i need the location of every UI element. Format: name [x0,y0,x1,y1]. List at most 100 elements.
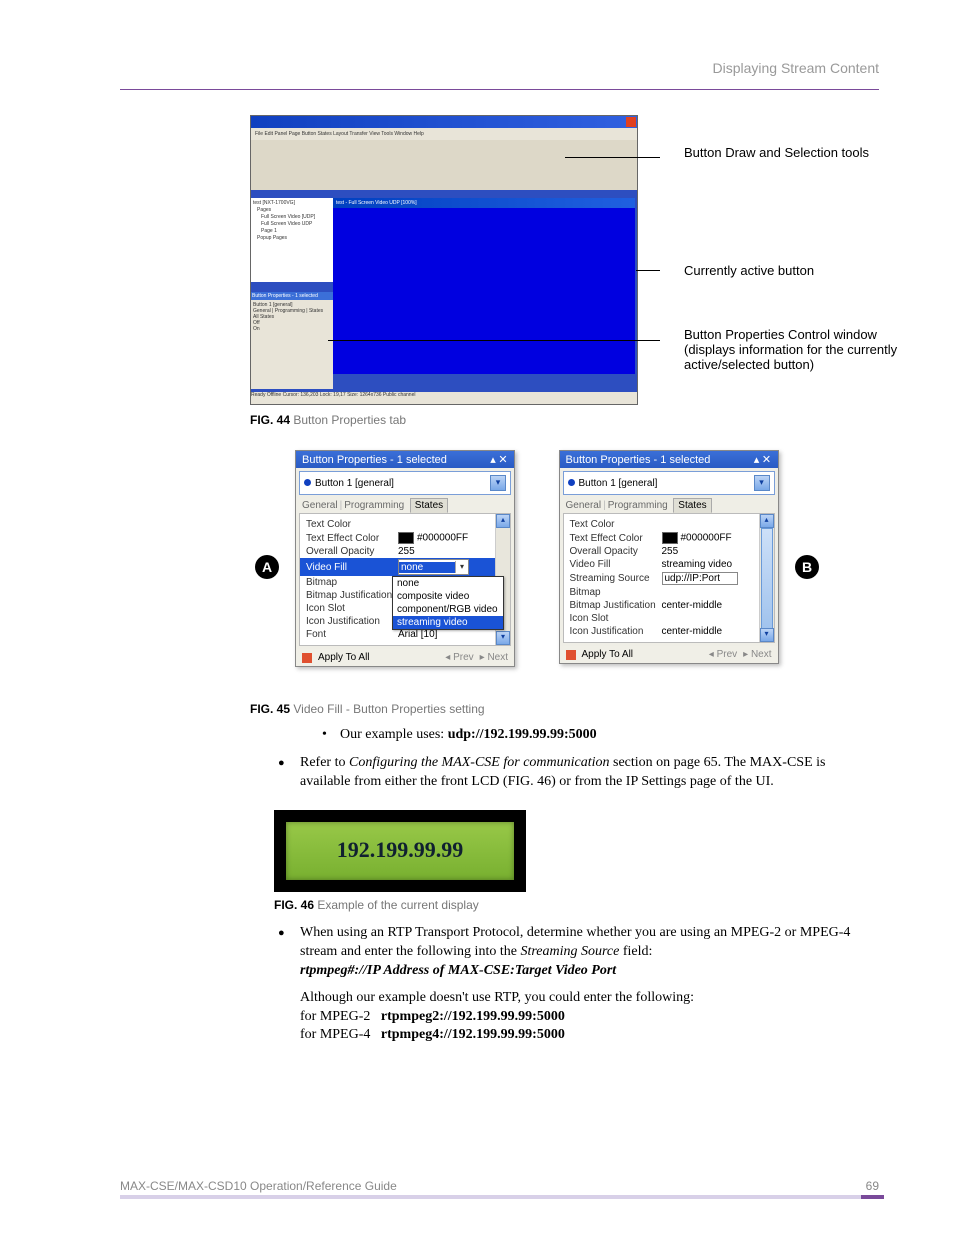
collapse-icon[interactable]: ▴ [488,453,498,466]
refer-bullet: Refer to Configuring the MAX-CSE for com… [300,754,879,798]
prop-value: center-middle [662,626,768,637]
prev-button[interactable]: Prev [453,652,474,663]
panel-titlebar[interactable]: Button Properties - 1 selected ▴✕ [296,451,514,468]
prop-row-icon-slot[interactable]: Icon Slot [564,612,774,625]
button-name-text: Button 1 [general] [315,478,394,489]
prop-value: #000000FF [662,532,768,544]
button-name-field[interactable]: Button 1 [general] ▾ [563,471,775,495]
tree-item[interactable]: Full Screen Video UDP [253,221,331,228]
dd-option[interactable]: composite video [393,590,503,603]
panel-footer: Apply To All ◂ Prev ▸ Next [296,649,514,666]
tab-programming[interactable]: Programming [608,500,668,511]
text-run: for MPEG-2 [300,1009,370,1024]
color-swatch-icon [662,532,678,544]
toolbar[interactable] [251,140,637,190]
dd-option-selected[interactable]: streaming video [393,616,503,629]
prop-value: streaming video [662,559,768,570]
prop-label: Video Fill [306,562,398,573]
panel-titlebar[interactable]: Button Properties - 1 selected ▴✕ [560,451,778,468]
tree-item[interactable]: Popup Pages [253,235,331,242]
tab-general[interactable]: General [302,500,338,511]
prev-button[interactable]: Prev [717,649,738,660]
scroll-up-icon[interactable]: ▴ [760,514,774,528]
tab-states[interactable]: States [673,498,711,513]
section-header: Displaying Stream Content [712,60,879,76]
color-hex: #000000FF [417,533,468,544]
chevron-down-icon[interactable]: ▾ [754,475,770,491]
scroll-thumb[interactable] [761,528,773,640]
prop-row-text-color[interactable]: Text Color [564,518,774,531]
apply-to-all-button[interactable]: Apply To All [582,649,634,660]
scrollbar[interactable]: ▴ ▾ [759,514,774,642]
props-line: On [253,326,331,332]
video-fill-dropdown[interactable]: none composite video component/RGB video… [392,576,504,630]
menu-bar[interactable]: File Edit Panel Page Button States Layou… [251,128,637,140]
tree-item[interactable]: Pages [253,207,331,214]
panel-body: ▴ ▾ Text Color Text Effect Color#000000F… [563,513,775,643]
tree-item[interactable]: test [NXT-1700VG] [253,200,331,207]
prop-row-bitmap[interactable]: Bitmap [564,586,774,599]
collapse-icon[interactable]: ▴ [752,453,762,466]
prop-value: center-middle [662,600,768,611]
prop-label: Bitmap [306,577,398,588]
prop-row-bitmap-just[interactable]: Bitmap Justificationcenter-middle [564,599,774,612]
tab-general[interactable]: General [566,500,602,511]
fig44-caption: FIG. 44 Button Properties tab [250,413,406,427]
caption-label: FIG. 44 [250,413,290,427]
text-run: field: [619,944,652,959]
close-icon[interactable]: ✕ [762,453,772,466]
annotation-line [636,270,660,271]
next-button[interactable]: Next [487,652,508,663]
caption-text: Example of the current display [317,898,478,912]
fig45-container: A B Button Properties - 1 selected ▴✕ Bu… [250,450,890,667]
prop-row-text-effect-color[interactable]: Text Effect Color#000000FF [564,531,774,545]
prop-row-streaming-source[interactable]: Streaming Source [564,571,774,586]
tree-item[interactable]: Page 1 [253,228,331,235]
text-bold: udp://192.199.99.99:5000 [448,727,597,742]
prop-row-video-fill[interactable]: Video Fillstreaming video [564,558,774,571]
chevron-down-icon[interactable]: ▾ [490,475,506,491]
tab-states[interactable]: States [410,498,448,513]
prop-row-opacity[interactable]: Overall Opacity255 [564,545,774,558]
panel-tabs[interactable]: General|Programming States [296,498,514,513]
panel-tabs[interactable]: General|Programming States [560,498,778,513]
page-tree[interactable]: test [NXT-1700VG] Pages Full Screen Vide… [251,198,333,282]
annotation-text: Button Properties Control window (displa… [684,327,914,372]
prop-value[interactable]: none▾ [398,559,504,575]
dd-option[interactable]: component/RGB video [393,603,503,616]
dd-option[interactable]: none [393,577,503,590]
page-number: 69 [866,1179,879,1193]
apply-to-all-button[interactable]: Apply To All [318,652,370,663]
scroll-up-icon[interactable]: ▴ [496,514,510,528]
prop-row-icon-just[interactable]: Icon Justificationcenter-middle [564,625,774,638]
prop-value[interactable] [662,572,768,585]
panel-body: ▴ ▾ Text Color Text Effect Color #000000F… [299,513,511,646]
text-bolditalic: rtpmpeg#://IP Address of MAX-CSE:Target … [300,963,616,978]
next-button[interactable]: Next [751,649,772,660]
prop-label: Icon Slot [306,603,398,614]
button-properties-panel[interactable]: Button Properties - 1 selected Button 1 … [251,292,333,389]
prop-row-opacity[interactable]: Overall Opacity255 [300,545,510,558]
tree-item[interactable]: Full Screen Video [UDP] [253,214,331,221]
fig46-image: 192.199.99.99 [274,810,526,892]
chevron-down-icon[interactable]: ▾ [455,561,468,573]
scroll-down-icon[interactable]: ▾ [496,631,510,645]
prop-row-bitmap[interactable]: Bitmap none composite video component/RG… [300,576,510,589]
scroll-down-icon[interactable]: ▾ [760,628,774,642]
tab-programming[interactable]: Programming [344,500,404,511]
although-text: Although our example doesn't use RTP, yo… [300,989,879,1008]
prop-value: 255 [662,546,768,557]
props-title: Button Properties - 1 selected [251,292,333,300]
prop-row-video-fill[interactable]: Video Fillnone▾ [300,558,510,576]
button-name-field[interactable]: Button 1 [general] ▾ [299,471,511,495]
caption-label: FIG. 46 [274,898,314,912]
canvas-area[interactable] [333,208,635,374]
prop-value: 255 [398,546,504,557]
prop-row-text-color[interactable]: Text Color [300,518,510,531]
close-icon[interactable]: ✕ [498,453,508,466]
prop-label: Text Effect Color [306,533,398,544]
close-icon[interactable] [626,117,636,127]
streaming-source-input[interactable] [662,572,738,585]
list-item: When using an RTP Transport Protocol, de… [300,924,879,981]
prop-row-text-effect-color[interactable]: Text Effect Color #000000FF [300,531,510,545]
